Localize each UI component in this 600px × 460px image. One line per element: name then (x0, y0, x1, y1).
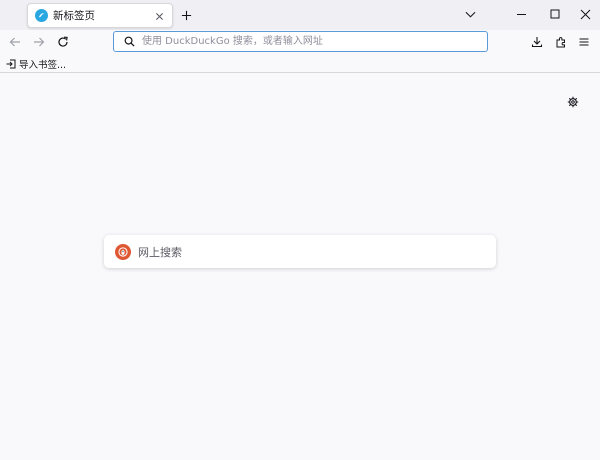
bookmarks-toolbar: 导入书签... (0, 55, 600, 73)
gear-icon[interactable] (564, 93, 582, 111)
arrow-left-icon[interactable] (6, 33, 24, 51)
import-icon (6, 59, 16, 69)
chevron-down-icon[interactable] (461, 5, 479, 23)
nav-toolbar (0, 30, 600, 55)
web-search-box[interactable]: 网上搜索 (104, 235, 496, 268)
duckduckgo-icon (115, 243, 131, 260)
maximize-icon[interactable] (546, 5, 564, 23)
tab-strip: 新标签页 (0, 0, 600, 30)
web-search-placeholder: 网上搜索 (138, 245, 182, 259)
reload-icon[interactable] (54, 33, 72, 51)
minimize-icon[interactable] (512, 5, 530, 23)
extensions-icon[interactable] (552, 33, 570, 51)
plus-icon[interactable] (176, 5, 196, 25)
close-icon[interactable] (576, 5, 594, 23)
url-bar[interactable] (113, 31, 488, 52)
bookmark-import[interactable]: 导入书签... (6, 57, 66, 71)
firefox-icon (35, 9, 48, 22)
search-icon (122, 35, 136, 49)
arrow-right-icon[interactable] (30, 33, 48, 51)
newtab-page: 网上搜索 (0, 74, 600, 460)
url-input[interactable] (142, 33, 472, 50)
close-icon[interactable] (151, 8, 167, 24)
menu-icon[interactable] (575, 33, 593, 51)
tab-new-tab[interactable]: 新标签页 (27, 3, 173, 28)
bookmark-label: 导入书签... (19, 60, 67, 71)
tab-title: 新标签页 (53, 10, 95, 22)
download-icon[interactable] (528, 33, 546, 51)
